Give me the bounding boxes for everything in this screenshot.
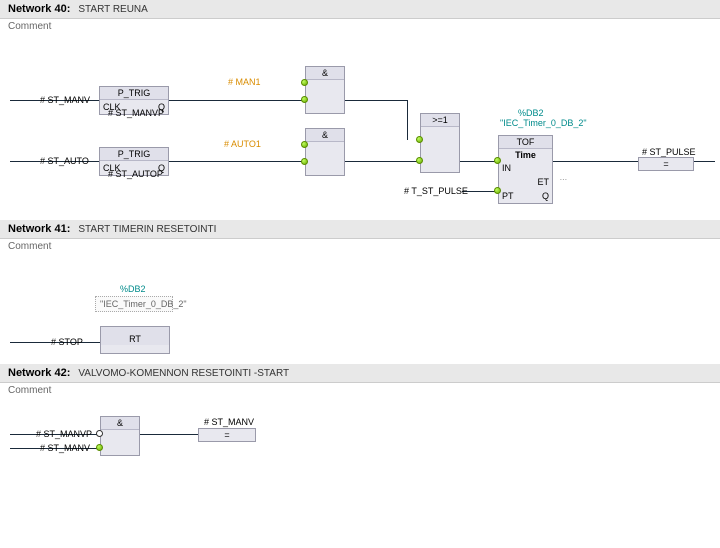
network-header: Network 42: VALVOMO-KOMENNON RESETOINTI … xyxy=(0,364,720,383)
block-type-label: >=1 xyxy=(421,114,459,127)
network-title: START REUNA xyxy=(78,4,147,15)
tag-st-manv-out: # ST_MANV xyxy=(204,417,254,427)
network-header: Network 40: START REUNA xyxy=(0,0,720,19)
block-type-label: P_TRIG xyxy=(100,87,168,100)
block-assign[interactable]: = xyxy=(638,157,694,171)
network-number: Network 42: xyxy=(8,367,70,379)
block-type-label: = xyxy=(224,430,229,440)
network-number: Network 40: xyxy=(8,3,70,15)
block-type-label: RT xyxy=(101,327,169,345)
block-assign[interactable]: = xyxy=(198,428,256,442)
network-body: %DB2 "IEC_Timer_0_DB_2" RT # STOP xyxy=(0,254,720,364)
tag-man1: # MAN1 xyxy=(228,77,261,87)
block-or[interactable]: >=1 xyxy=(420,113,460,173)
block-and[interactable]: & xyxy=(305,66,345,114)
tag-t-st-pulse: # T_ST_PULSE xyxy=(404,186,468,196)
connector-dot xyxy=(416,136,423,143)
block-type-label: & xyxy=(306,129,344,142)
network-body: & # ST_MANVP # ST_MANV # ST_MANV = xyxy=(0,398,720,460)
pin-et: ET xyxy=(537,177,549,187)
tag-st-auto: # ST_AUTO xyxy=(40,156,89,166)
connector-dot xyxy=(494,157,501,164)
tag-st-pulse: # ST_PULSE xyxy=(642,147,696,157)
block-and[interactable]: & xyxy=(305,128,345,176)
network-comment: Comment xyxy=(0,383,720,398)
block-tof[interactable]: TOF Time IN ET PT Q xyxy=(498,135,553,204)
connector-dot xyxy=(301,158,308,165)
network-comment: Comment xyxy=(0,19,720,34)
network-header: Network 41: START TIMERIN RESETOINTI xyxy=(0,220,720,239)
tag-db-name: "IEC_Timer_0_DB_2" xyxy=(100,299,187,309)
network-number: Network 41: xyxy=(8,223,70,235)
tag-db-name: "IEC_Timer_0_DB_2" xyxy=(500,118,560,128)
network-title: START TIMERIN RESETOINTI xyxy=(78,224,216,235)
connector-dot xyxy=(96,444,103,451)
connector-dot xyxy=(494,187,501,194)
connector-dot xyxy=(301,141,308,148)
block-type-label: & xyxy=(101,417,139,430)
block-type-label: P_TRIG xyxy=(100,148,168,161)
connector-dot xyxy=(301,79,308,86)
pin-pt: PT xyxy=(502,191,514,201)
block-rt[interactable]: RT xyxy=(100,326,170,354)
ellipsis: ... xyxy=(560,172,568,182)
tag-st-manvp: # ST_MANVP xyxy=(36,429,92,439)
pin-q: Q xyxy=(542,191,549,201)
tag-st-manv: # ST_MANV xyxy=(40,95,90,105)
connector-dot xyxy=(416,157,423,164)
pin-in: IN xyxy=(502,163,511,173)
tag-stop: # STOP xyxy=(51,337,83,347)
block-type-label: = xyxy=(663,159,668,169)
block-and[interactable]: & xyxy=(100,416,140,456)
block-param-type: Time xyxy=(499,149,552,161)
tag-st-manvp: # ST_MANVP xyxy=(108,108,164,118)
tag-st-autop: # ST_AUTOP xyxy=(108,169,163,179)
network-body: P_TRIG CLK Q # ST_MANV # ST_MANVP P_TRIG… xyxy=(0,34,720,220)
block-type-label: TOF xyxy=(499,136,552,149)
network-comment: Comment xyxy=(0,239,720,254)
tag-db: %DB2 xyxy=(518,108,544,118)
instance-box: "IEC_Timer_0_DB_2" xyxy=(95,296,173,312)
tag-db: %DB2 xyxy=(120,284,146,294)
connector-dot xyxy=(301,96,308,103)
network-title: VALVOMO-KOMENNON RESETOINTI -START xyxy=(78,368,289,379)
negation-dot xyxy=(96,430,103,437)
tag-auto1: # AUTO1 xyxy=(224,139,261,149)
tag-st-manv-in: # ST_MANV xyxy=(40,443,90,453)
block-type-label: & xyxy=(306,67,344,80)
